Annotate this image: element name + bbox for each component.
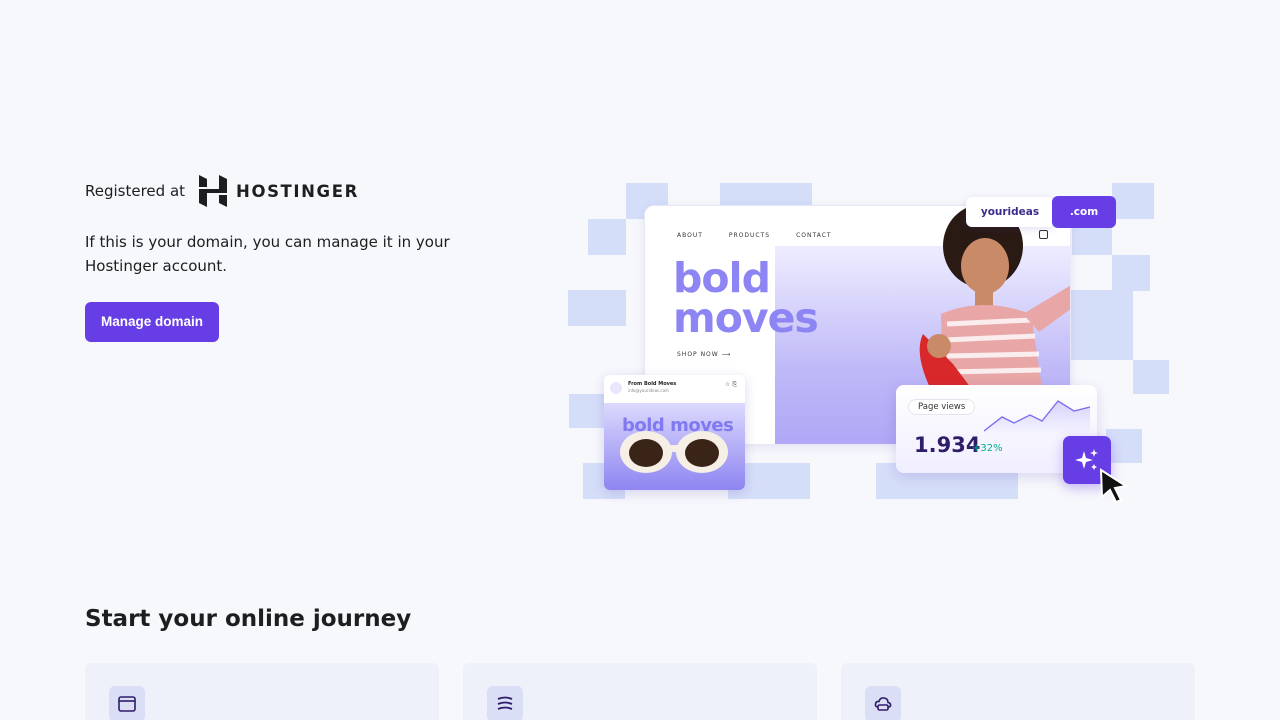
checker-tile: [1133, 360, 1169, 394]
checker-tile: [1106, 429, 1142, 463]
manage-domain-button[interactable]: Manage domain: [85, 302, 220, 342]
domain-name-pill: yourideas: [966, 197, 1054, 227]
page-views-sparkline: [984, 400, 1090, 435]
registered-label: Registered at: [85, 182, 186, 200]
journey-heading: Start your online journey: [85, 606, 412, 632]
mouse-cursor-icon: [1099, 468, 1129, 504]
brand-name: HOSTINGER: [236, 181, 359, 201]
page-views-change: +32%: [972, 443, 1003, 454]
preview-shop-now-label: SHOP NOW: [677, 351, 719, 358]
domain-description: If this is your domain, you can manage i…: [85, 233, 450, 275]
hero-section: Registered at HOSTINGER If this is your …: [85, 174, 485, 342]
star-icon: ☆ ⎘: [724, 381, 737, 388]
layers-icon: [487, 686, 523, 720]
sunglasses-image: [620, 431, 728, 473]
browser-window-icon: [109, 686, 145, 720]
email-header: From Bold Moves info@yourideas.com ☆ ⎘: [604, 375, 745, 403]
checker-tile: [569, 394, 605, 428]
checker-tile: [1112, 255, 1150, 291]
preview-headline-line2: moves: [673, 294, 819, 342]
email-preview-card: From Bold Moves info@yourideas.com ☆ ⎘ b…: [604, 375, 745, 490]
registrar-row: Registered at HOSTINGER: [85, 174, 485, 208]
hero-illustration: ABOUT PRODUCTS CONTACT bold moves SHOP N…: [568, 183, 1170, 508]
email-address: info@yourideas.com: [628, 388, 669, 393]
preview-nav-products: PRODUCTS: [728, 232, 771, 239]
preview-headline: bold moves: [673, 254, 819, 342]
email-banner: bold moves: [604, 403, 745, 490]
arrow-right-icon: ⟶: [721, 351, 732, 358]
checker-tile: [568, 290, 626, 326]
page-views-value: 1.934: [914, 433, 981, 457]
preview-nav: ABOUT PRODUCTS CONTACT: [677, 232, 832, 239]
checker-tile: [588, 219, 626, 255]
hostinger-logo-icon: [199, 175, 228, 207]
checker-tile: [1112, 183, 1154, 219]
preview-shop-now: SHOP NOW ⟶: [677, 351, 731, 358]
cloud-hosting-icon: [865, 686, 901, 720]
journey-card-hosting[interactable]: [841, 663, 1195, 720]
preview-nav-contact: CONTACT: [796, 232, 832, 239]
checker-tile: [1071, 290, 1133, 360]
domain-tld-pill: .com: [1052, 196, 1116, 228]
page-views-label: Page views: [908, 399, 976, 415]
journey-card-builder[interactable]: [463, 663, 817, 720]
preview-nav-about: ABOUT: [677, 232, 703, 239]
mail-icon: [610, 382, 622, 394]
preview-headline-line1: bold: [673, 254, 771, 302]
journey-card-website[interactable]: [85, 663, 439, 720]
hostinger-logo: HOSTINGER: [199, 175, 359, 207]
email-sender: From Bold Moves: [628, 381, 677, 387]
